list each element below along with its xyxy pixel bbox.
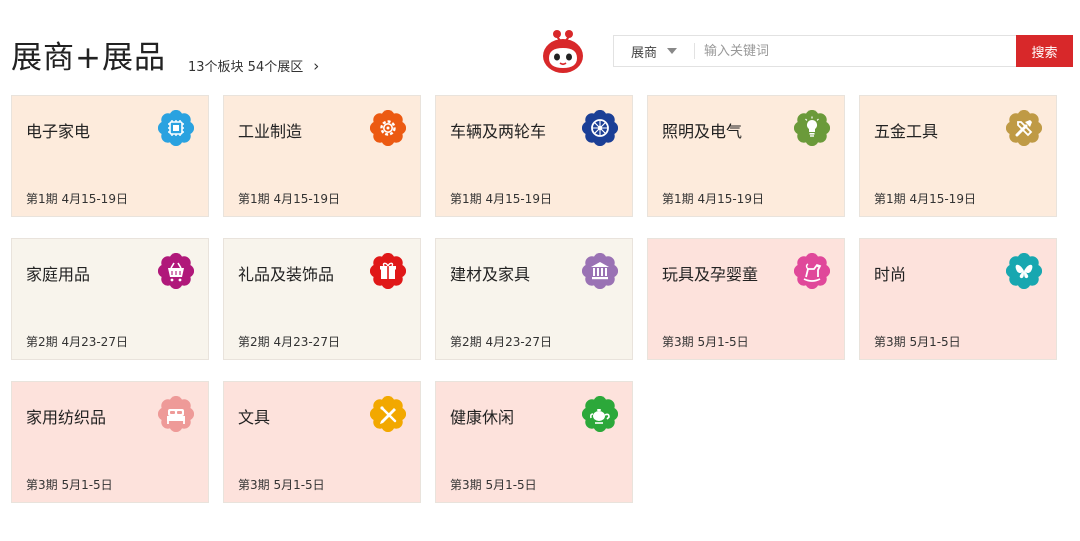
search-button[interactable]: 搜索 bbox=[1016, 35, 1073, 67]
search-bar: 展商 搜索 bbox=[613, 35, 1073, 67]
summary-text: 13个板块 54个展区 bbox=[188, 60, 304, 75]
category-date: 第1期 4月15-19日 bbox=[26, 192, 128, 206]
category-card[interactable]: 玩具及孕婴童第3期 5月1-5日 bbox=[647, 238, 845, 360]
category-name: 文具 bbox=[238, 408, 271, 427]
category-card[interactable]: 家庭用品第2期 4月23-27日 bbox=[11, 238, 209, 360]
category-name: 照明及电气 bbox=[662, 122, 743, 141]
category-name: 礼品及装饰品 bbox=[238, 265, 335, 284]
category-name: 家用纺织品 bbox=[26, 408, 107, 427]
category-date: 第1期 4月15-19日 bbox=[238, 192, 340, 206]
category-card[interactable]: 文具第3期 5月1-5日 bbox=[223, 381, 421, 503]
category-name: 玩具及孕婴童 bbox=[662, 265, 759, 284]
category-date: 第2期 4月23-27日 bbox=[450, 335, 552, 349]
caret-down-icon bbox=[667, 48, 677, 54]
basket-icon bbox=[158, 253, 194, 289]
category-name: 车辆及两轮车 bbox=[450, 122, 547, 141]
category-date: 第3期 5月1-5日 bbox=[238, 478, 325, 492]
building-icon bbox=[582, 253, 618, 289]
teapot-icon bbox=[582, 396, 618, 432]
search-scope-value: 展商 bbox=[630, 45, 657, 61]
page-header: 展商+展品 13个板块 54个展区 › 展商 搜索 bbox=[0, 0, 1080, 96]
category-date: 第2期 4月23-27日 bbox=[238, 335, 340, 349]
category-name: 家庭用品 bbox=[26, 265, 91, 284]
category-card[interactable]: 时尚第3期 5月1-5日 bbox=[859, 238, 1057, 360]
rocking-horse-icon bbox=[794, 253, 830, 289]
category-date: 第1期 4月15-19日 bbox=[874, 192, 976, 206]
bed-icon bbox=[158, 396, 194, 432]
category-card[interactable]: 家用纺织品第3期 5月1-5日 bbox=[11, 381, 209, 503]
gear-icon bbox=[370, 110, 406, 146]
search-scope-select[interactable]: 展商 bbox=[614, 36, 694, 66]
category-name: 建材及家具 bbox=[450, 265, 531, 284]
category-name: 时尚 bbox=[874, 265, 907, 284]
category-date: 第3期 5月1-5日 bbox=[450, 478, 537, 492]
section-summary-link[interactable]: 13个板块 54个展区 › bbox=[188, 56, 320, 76]
chip-icon bbox=[158, 110, 194, 146]
page-title: 展商+展品 bbox=[11, 40, 166, 76]
category-date: 第3期 5月1-5日 bbox=[26, 478, 113, 492]
category-card[interactable]: 电子家电第1期 4月15-19日 bbox=[11, 95, 209, 217]
category-grid: 电子家电 第1期 4月15-19日 工业制造 第1期 4月15-19日 车辆及两轮车 第1… bbox=[11, 95, 1059, 503]
category-card[interactable]: 礼品及装饰品第2期 4月23-27日 bbox=[223, 238, 421, 360]
category-card[interactable]: 五金工具第1期 4月15-19日 bbox=[859, 95, 1057, 217]
chevron-right-icon: › bbox=[313, 56, 320, 75]
gift-icon bbox=[370, 253, 406, 289]
wheel-icon bbox=[582, 110, 618, 146]
category-date: 第1期 4月15-19日 bbox=[450, 192, 552, 206]
pencil-icon bbox=[370, 396, 406, 432]
category-date: 第3期 5月1-5日 bbox=[874, 335, 961, 349]
butterfly-icon bbox=[1006, 253, 1042, 289]
category-date: 第2期 4月23-27日 bbox=[26, 335, 128, 349]
category-date: 第3期 5月1-5日 bbox=[662, 335, 749, 349]
category-name: 电子家电 bbox=[26, 122, 91, 141]
category-name: 五金工具 bbox=[874, 122, 939, 141]
category-card[interactable]: 建材及家具第2期 4月23-27日 bbox=[435, 238, 633, 360]
category-card[interactable]: 健康休闲第3期 5月1-5日 bbox=[435, 381, 633, 503]
category-card[interactable]: 照明及电气第1期 4月15-19日 bbox=[647, 95, 845, 217]
category-name: 健康休闲 bbox=[450, 408, 515, 427]
bulb-icon bbox=[794, 110, 830, 146]
category-date: 第1期 4月15-19日 bbox=[662, 192, 764, 206]
mascot-logo bbox=[543, 30, 583, 73]
category-card[interactable]: 车辆及两轮车第1期 4月15-19日 bbox=[435, 95, 633, 217]
tools-icon bbox=[1006, 110, 1042, 146]
search-input[interactable] bbox=[695, 36, 1016, 66]
category-name: 工业制造 bbox=[238, 122, 303, 141]
category-card[interactable]: 工业制造第1期 4月15-19日 bbox=[223, 95, 421, 217]
